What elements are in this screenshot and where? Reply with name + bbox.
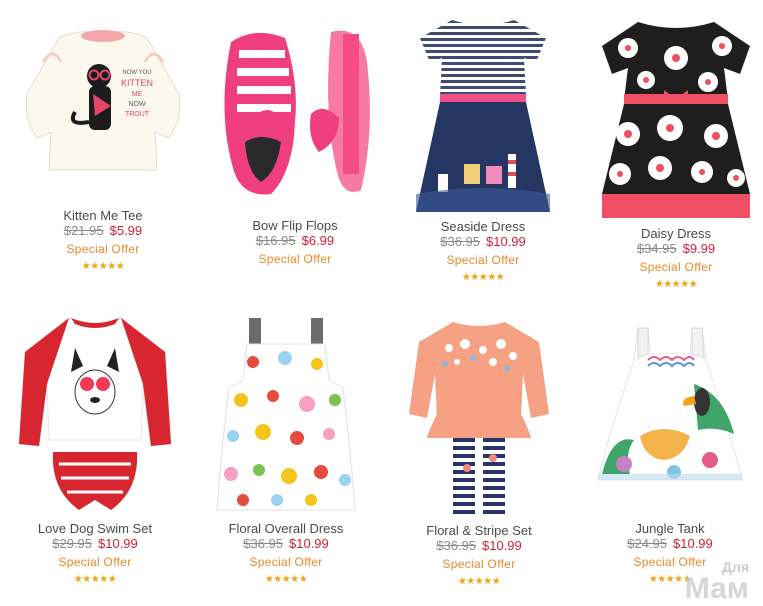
product-image-link[interactable] (408, 14, 558, 212)
product-image-link[interactable]: NOW YOU KITTEN ME NOW TROUT (18, 22, 188, 182)
product-image-link[interactable] (213, 314, 359, 516)
product-card: Floral & Stripe Set $36.95 $10.99 Special… (384, 318, 574, 588)
original-price: $36.95 (436, 538, 476, 553)
product-prices: $24.95 $10.99 (575, 536, 763, 551)
product-name[interactable]: Jungle Tank (575, 521, 763, 536)
product-image-link[interactable] (15, 314, 175, 516)
product-prices: $36.95 $10.99 (384, 538, 574, 553)
original-price: $24.95 (627, 536, 667, 551)
special-offer-link[interactable]: Special Offer (191, 553, 381, 571)
product-prices: $16.95 $6.99 (200, 233, 390, 248)
product-image-link[interactable] (409, 318, 549, 518)
sale-price: $10.99 (289, 536, 329, 551)
jungle-tank-image (597, 327, 743, 481)
product-name[interactable]: Seaside Dress (388, 219, 578, 234)
product-name[interactable]: Floral & Stripe Set (384, 523, 574, 538)
special-offer-link[interactable]: Special Offer (200, 250, 390, 268)
original-price: $21.95 (63, 223, 104, 238)
flip-flops-image (224, 30, 370, 195)
sale-price: $6.99 (301, 233, 335, 248)
sale-price: $10.99 (673, 536, 713, 551)
product-name[interactable]: Daisy Dress (581, 226, 763, 241)
special-offer-link[interactable]: Special Offer (8, 240, 198, 258)
product-card: Love Dog Swim Set $29.95 $10.99 Special O… (0, 314, 190, 586)
sale-price: $10.99 (486, 234, 526, 249)
special-offer-link[interactable]: Special Offer (388, 251, 578, 269)
original-price: $36.95 (440, 234, 480, 249)
floral-overall-dress-image (216, 318, 356, 511)
svg-text:TROUT: TROUT (125, 111, 150, 118)
product-prices: $29.95 $10.99 (0, 536, 190, 551)
original-price: $16.95 (255, 233, 296, 248)
star-rating: ★★★★★ (461, 272, 505, 283)
product-image-link[interactable] (210, 22, 380, 200)
product-name[interactable]: Kitten Me Tee (8, 208, 198, 223)
seaside-dress-image (416, 20, 550, 212)
product-prices: $21.95 $5.99 (8, 223, 198, 238)
svg-text:NOW: NOW (128, 101, 146, 108)
product-name[interactable]: Floral Overall Dress (191, 521, 381, 536)
star-rating: ★★★★★ (654, 279, 698, 290)
star-rating: ★★★★★ (648, 574, 692, 585)
product-prices: $34.95 $9.99 (581, 241, 763, 256)
original-price: $36.95 (243, 536, 283, 551)
product-card: Bow Flip Flops $16.95 $6.99 Special Offer (200, 22, 390, 268)
kitten-tee-image: NOW YOU KITTEN ME NOW TROUT (25, 30, 181, 171)
product-card: Floral Overall Dress $36.95 $10.99 Specia… (191, 314, 381, 586)
product-card: Seaside Dress $36.95 $10.99 Special Offer… (388, 14, 578, 284)
sale-price: $9.99 (682, 241, 716, 256)
sale-price: $10.99 (482, 538, 522, 553)
star-rating: ★★★★★ (457, 576, 501, 587)
star-rating: ★★★★★ (264, 574, 308, 585)
sale-price: $5.99 (109, 223, 143, 238)
product-card: NOW YOU KITTEN ME NOW TROUT Kitten Me Te… (8, 22, 198, 273)
product-image-link[interactable] (594, 324, 746, 512)
original-price: $29.95 (52, 536, 92, 551)
special-offer-link[interactable]: Special Offer (575, 553, 763, 571)
product-prices: $36.95 $10.99 (388, 234, 578, 249)
original-price: $34.95 (636, 241, 677, 256)
star-rating: ★★★★★ (73, 574, 117, 585)
sale-price: $10.99 (98, 536, 138, 551)
svg-text:ME: ME (132, 91, 143, 98)
special-offer-link[interactable]: Special Offer (581, 258, 763, 276)
swim-set-image (18, 317, 172, 510)
product-prices: $36.95 $10.99 (191, 536, 381, 551)
special-offer-link[interactable]: Special Offer (0, 553, 190, 571)
product-grid: NOW YOU KITTEN ME NOW TROUT Kitten Me Te… (0, 0, 763, 606)
svg-text:KITTEN: KITTEN (121, 78, 153, 88)
special-offer-link[interactable]: Special Offer (384, 555, 574, 573)
product-image-link[interactable] (598, 18, 754, 220)
product-name[interactable]: Love Dog Swim Set (0, 521, 190, 536)
daisy-dress-image (602, 22, 750, 218)
svg-text:NOW YOU: NOW YOU (122, 70, 151, 76)
product-name[interactable]: Bow Flip Flops (200, 218, 390, 233)
product-card: Daisy Dress $34.95 $9.99 Special Offer ★★… (581, 18, 763, 291)
floral-stripe-set-image (409, 322, 549, 514)
product-card: Jungle Tank $24.95 $10.99 Special Offer ★… (575, 324, 763, 586)
star-rating: ★★★★★ (81, 261, 125, 272)
